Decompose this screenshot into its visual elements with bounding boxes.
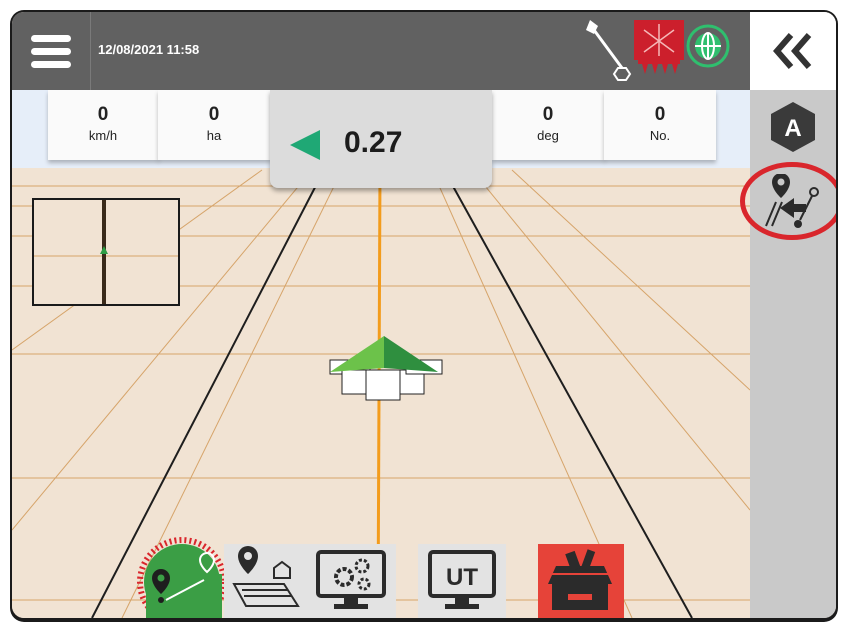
speed-cell[interactable]: 0 km/h [48, 90, 159, 160]
ut-button[interactable]: UT [418, 544, 506, 618]
double-chevron-left-icon [773, 33, 812, 69]
globe-icon [686, 24, 730, 68]
toolbox-icon [548, 549, 612, 610]
right-sidebar: A [740, 12, 836, 618]
job-button[interactable] [224, 544, 306, 618]
guidance-line-icon [137, 537, 227, 618]
job-field-icon [232, 546, 300, 607]
status-icons [582, 18, 742, 86]
sections-unit: No. [649, 128, 671, 143]
overview-minimap[interactable] [32, 198, 180, 306]
device-frame: 0 km/h 0 ha 0 deg 0 No. 0.27 12/08/2021 … [10, 10, 838, 622]
speed-unit: km/h [88, 128, 118, 143]
cross-track-value: 0.27 [344, 126, 403, 159]
area-value: 0 [208, 104, 220, 125]
cross-track-panel[interactable]: 0.27 [270, 90, 492, 188]
speed-value: 0 [97, 104, 109, 125]
area-unit: ha [206, 128, 222, 143]
menu-icon [31, 29, 71, 74]
ut-monitor-icon: UT [428, 550, 496, 609]
top-bar: 12/08/2021 11:58 [12, 12, 750, 90]
tools-button[interactable] [538, 544, 624, 618]
vehicle-marker [329, 336, 443, 401]
main-menu-button[interactable] [12, 12, 91, 90]
area-cell[interactable]: 0 ha [158, 90, 271, 160]
steer-left-arrow-icon [290, 130, 320, 160]
monitor-gears-icon [316, 550, 386, 609]
heading-unit: deg [537, 128, 559, 143]
guidance-button[interactable] [137, 537, 227, 618]
date-time: 12/08/2021 11:58 [98, 42, 200, 57]
boom-sections-icon [634, 20, 684, 74]
configuration-button[interactable] [306, 544, 396, 618]
auto-steer-label: A [784, 115, 801, 142]
collapse-sidebar-button[interactable] [750, 12, 836, 90]
heading-cell[interactable]: 0 deg [492, 90, 605, 160]
next-path-button[interactable] [740, 162, 836, 240]
screen: 0 km/h 0 ha 0 deg 0 No. 0.27 12/08/2021 … [12, 12, 836, 618]
auto-steer-button[interactable]: A [766, 100, 820, 154]
heading-value: 0 [542, 104, 554, 125]
sections-cell[interactable]: 0 No. [604, 90, 716, 160]
gps-antenna-icon [586, 20, 632, 81]
sections-value: 0 [654, 104, 666, 125]
ut-label: UT [446, 564, 478, 591]
highlight-ring [740, 162, 836, 240]
auto-steer-hexagon-icon: A [771, 102, 815, 152]
